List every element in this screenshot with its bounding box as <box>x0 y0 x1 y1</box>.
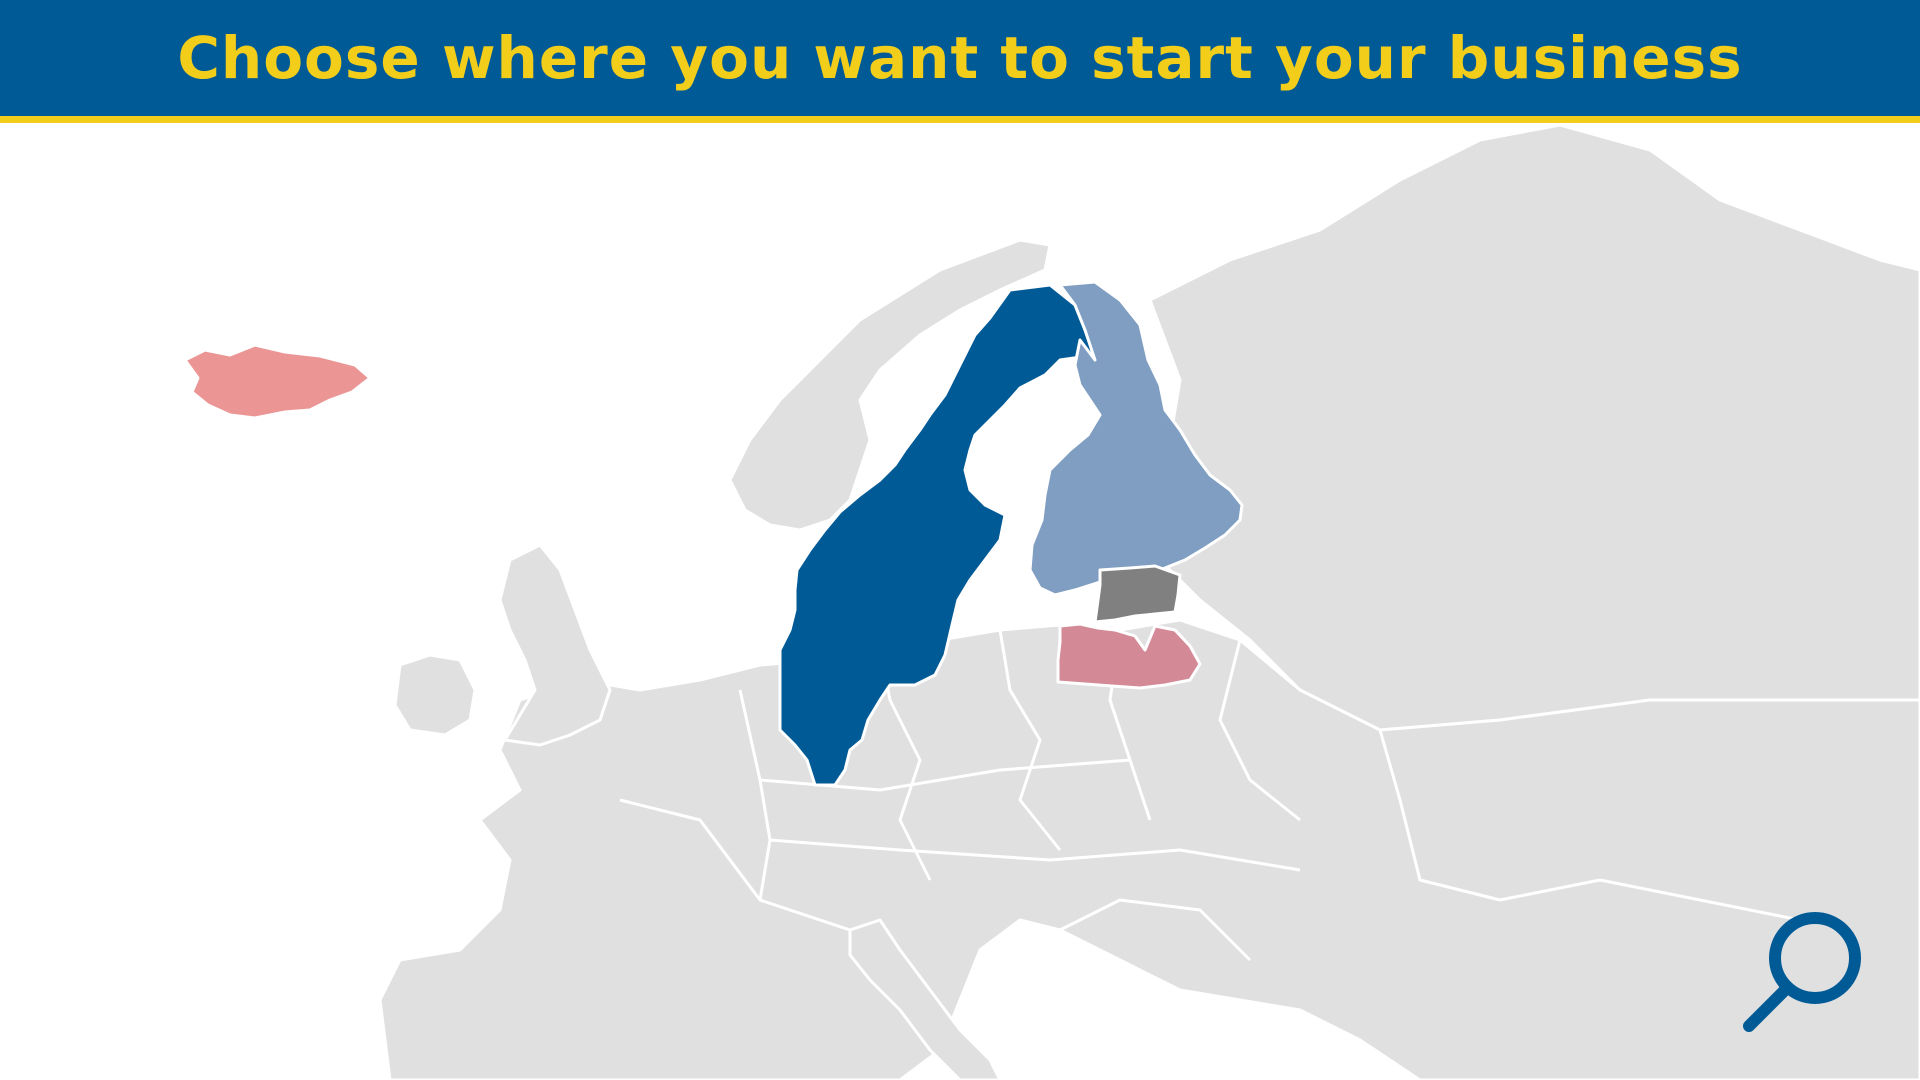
ireland-landmass <box>393 653 477 737</box>
country-latvia[interactable] <box>1056 622 1202 690</box>
title-banner: Choose where you want to start your busi… <box>0 0 1920 123</box>
search-button[interactable] <box>1735 900 1875 1040</box>
country-estonia[interactable] <box>1093 564 1182 624</box>
magnifier-icon <box>1743 912 1861 1032</box>
country-iceland[interactable] <box>183 343 372 420</box>
page-title: Choose where you want to start your busi… <box>177 24 1743 92</box>
russia-landmass <box>1148 123 1920 732</box>
europe-map <box>0 123 1920 1080</box>
